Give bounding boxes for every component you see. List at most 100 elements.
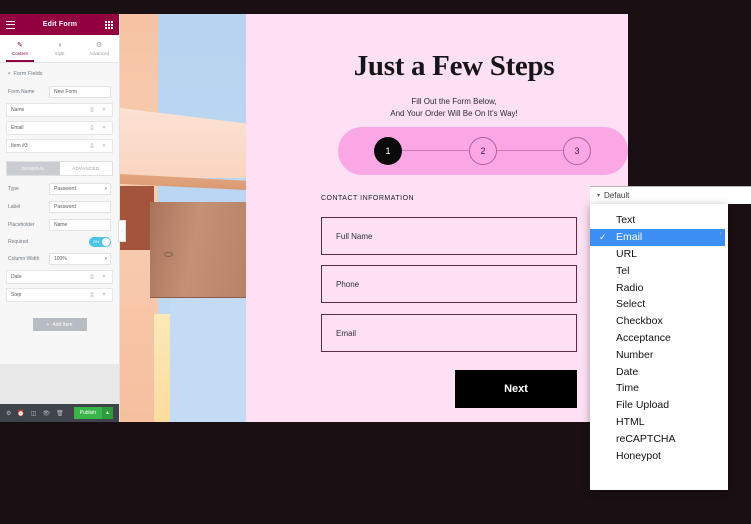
add-item-button[interactable]: + Add Item [32, 318, 87, 331]
form-name-input[interactable]: New Form [49, 86, 111, 98]
tab-style-label: Style [54, 50, 65, 56]
phone-input[interactable]: Phone [321, 265, 577, 303]
step-3[interactable]: 3 [563, 137, 591, 165]
placeholder-input[interactable]: Name [49, 219, 111, 231]
dropdown-option-text[interactable]: Text [590, 212, 728, 229]
form-fields-section-title[interactable]: ▾ Form Fields [0, 63, 119, 83]
step-2[interactable]: 2 [469, 137, 497, 165]
publish-options-button[interactable]: ▲ [102, 407, 113, 419]
close-icon[interactable]: ✕ [100, 107, 108, 113]
dropdown-option-file-upload[interactable]: File Upload [590, 397, 728, 414]
dropdown-option-acceptance[interactable]: Acceptance [590, 330, 728, 347]
responsive-icon[interactable]: ◫ [31, 410, 37, 417]
dropdown-trigger[interactable]: ▾ Default [590, 186, 751, 204]
required-toggle-text: ON [93, 238, 99, 244]
dropdown-option-date[interactable]: Date [590, 363, 728, 380]
dropdown-option-number[interactable]: Number [590, 346, 728, 363]
dropdown-selected-label: Default [604, 191, 630, 200]
next-button[interactable]: Next [455, 370, 577, 408]
panel-title: Edit Form [42, 21, 78, 28]
tab-content-label: Content [11, 50, 28, 56]
photo-right-fade [246, 14, 284, 422]
tab-advanced[interactable]: ⚙ Advanced [79, 35, 119, 62]
field-item-label: Step [11, 292, 22, 298]
panel-collapse-handle[interactable]: ‹ [118, 220, 126, 242]
dropdown-option-tel[interactable]: Tel [590, 262, 728, 279]
form-name-label: Form Name [8, 89, 35, 95]
dropdown-option-select[interactable]: Select [590, 296, 728, 313]
field-item-email[interactable]: Email ⎙ ✕ [6, 121, 113, 135]
hamburger-icon[interactable] [6, 20, 15, 29]
required-toggle-wrap: ON [49, 237, 111, 247]
dropdown-option-honeypot[interactable]: Honeypot [590, 447, 728, 464]
close-icon[interactable]: ✕ [100, 292, 108, 298]
dropdown-option-url[interactable]: URL [590, 246, 728, 263]
duplicate-icon[interactable]: ⎙ [88, 292, 96, 298]
field-type-dropdown[interactable]: Text ✓ Email URL Tel Radio Select Checkb… [590, 204, 728, 490]
contact-information-label: CONTACT INFORMATION [321, 195, 415, 202]
plus-icon: + [46, 321, 50, 328]
contrast-icon: ◑ [57, 41, 62, 49]
dropdown-option-label: reCAPTCHA [616, 432, 676, 445]
settings-icon[interactable]: ⚙ [6, 410, 11, 417]
tab-advanced-label: Advanced [89, 50, 110, 56]
dropdown-option-label: Email [616, 231, 643, 244]
field-item-step[interactable]: Step ⎙ ✕ [6, 288, 113, 302]
panel-footer: ⚙ ⏰ ◫ 👁 🗑 Publish ▲ [0, 404, 119, 422]
publish-button[interactable]: Publish [73, 407, 103, 419]
grid-icon[interactable] [105, 20, 113, 29]
subtab-advanced[interactable]: ADVANCED [60, 162, 113, 175]
preview-icon[interactable]: 👁 [43, 410, 51, 417]
dropdown-option-radio[interactable]: Radio [590, 279, 728, 296]
full-name-input[interactable]: Full Name [321, 217, 577, 255]
page-subtitle: Fill Out the Form Below, And Your Order … [284, 96, 624, 119]
column-width-select[interactable]: 100% [49, 253, 111, 265]
dropdown-option-email[interactable]: ✓ Email [590, 228, 725, 246]
required-toggle[interactable]: ON [89, 237, 111, 247]
close-icon[interactable]: ✕ [100, 143, 108, 149]
close-icon[interactable]: ✕ [100, 274, 108, 280]
dropdown-option-html[interactable]: HTML [590, 414, 728, 431]
dropdown-option-recaptcha[interactable]: reCAPTCHA [590, 430, 728, 447]
dropdown-option-label: Text [616, 214, 636, 227]
dropdown-option-time[interactable]: Time [590, 380, 728, 397]
chevron-down-icon: ▾ [8, 71, 11, 77]
setting-label-row: Label Password [0, 198, 119, 216]
step-1[interactable]: 1 [374, 137, 402, 165]
photo-lower-sky [170, 298, 246, 422]
email-input[interactable]: Email [321, 314, 577, 352]
setting-placeholder-row: Placeholder Name [0, 216, 119, 234]
tab-style[interactable]: ◑ Style [40, 35, 80, 62]
photo-lower-wall-2 [154, 314, 170, 422]
chevron-down-icon: ▾ [597, 193, 601, 199]
field-item-three[interactable]: Item #3 ⎙ ✕ [6, 139, 113, 153]
required-label: Required [8, 239, 29, 245]
type-label: Type [8, 186, 19, 192]
dropdown-option-label: Checkbox [616, 315, 663, 328]
photo-upper-wall [120, 108, 246, 178]
dropdown-option-label: Select [616, 298, 646, 311]
label-input[interactable]: Password [49, 201, 111, 213]
field-item-date[interactable]: Date ⎙ ✕ [6, 270, 113, 284]
tab-content[interactable]: ✎ Content [0, 35, 40, 62]
type-select[interactable]: Password [49, 183, 111, 195]
subtab-general[interactable]: GENERAL [7, 162, 60, 175]
field-item-name[interactable]: Name ⎙ ✕ [6, 103, 113, 117]
dropdown-option-label: HTML [616, 415, 645, 428]
duplicate-icon[interactable]: ⎙ [88, 143, 96, 149]
trash-icon[interactable]: 🗑 [56, 410, 64, 417]
duplicate-icon[interactable]: ⎙ [88, 107, 96, 113]
photo-door [150, 202, 246, 298]
close-icon[interactable]: ✕ [100, 125, 108, 131]
add-item-label: Add Item [52, 321, 73, 328]
gear-icon: ⚙ [96, 41, 103, 49]
column-width-label: Column Width [8, 256, 40, 262]
publish-group: Publish ▲ [73, 407, 113, 419]
history-icon[interactable]: ⏰ [17, 410, 24, 417]
pencil-icon: ✎ [16, 41, 23, 49]
dropdown-option-checkbox[interactable]: Checkbox [590, 313, 728, 330]
duplicate-icon[interactable]: ⎙ [88, 274, 96, 280]
page-title: Just a Few Steps [353, 50, 555, 82]
duplicate-icon[interactable]: ⎙ [88, 125, 96, 131]
dropdown-option-label: Acceptance [616, 331, 671, 344]
